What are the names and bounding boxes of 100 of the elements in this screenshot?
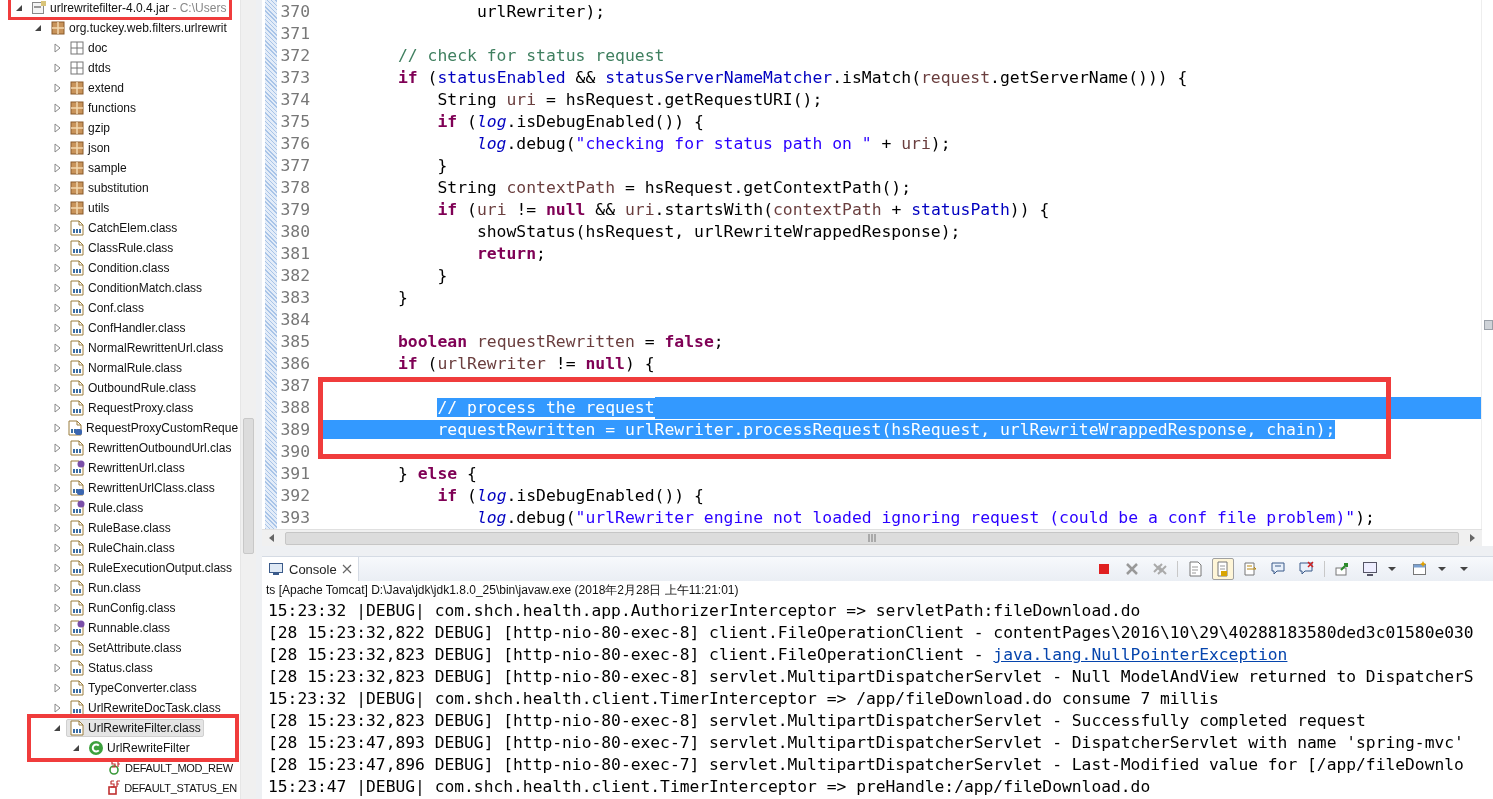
collapsed-arrow-icon[interactable]	[52, 603, 62, 613]
collapsed-arrow-icon[interactable]	[52, 423, 62, 433]
tree-item[interactable]: SetAttribute.class	[66, 639, 185, 657]
tree-item[interactable]: json	[66, 139, 113, 157]
collapsed-arrow-icon[interactable]	[52, 63, 62, 73]
collapsed-arrow-icon[interactable]	[52, 623, 62, 633]
console-tab[interactable]: Console	[262, 557, 359, 581]
tree-item[interactable]: functions	[66, 99, 140, 117]
scroll-lock-icon[interactable]	[1212, 558, 1234, 580]
tree-item[interactable]: NormalRewrittenUrl.class	[66, 339, 227, 357]
tree-item[interactable]: Status.class	[66, 659, 156, 677]
tree-item[interactable]: RuleChain.class	[66, 539, 178, 557]
collapsed-arrow-icon[interactable]	[52, 43, 62, 53]
collapsed-arrow-icon[interactable]	[52, 383, 62, 393]
tree-item[interactable]: Run.class	[66, 579, 144, 597]
tree-item[interactable]: ConditionMatch.class	[66, 279, 206, 297]
tree-item[interactable]: extend	[66, 79, 128, 97]
overview-mark-icon[interactable]	[1484, 320, 1493, 330]
collapsed-arrow-icon[interactable]	[52, 123, 62, 133]
collapsed-arrow-icon[interactable]	[52, 543, 62, 553]
collapsed-arrow-icon[interactable]	[52, 403, 62, 413]
tree-item[interactable]: ConfHandler.class	[66, 319, 189, 337]
collapsed-arrow-icon[interactable]	[52, 523, 62, 533]
scrollbar-thumb[interactable]	[285, 531, 1459, 545]
expanded-arrow-icon[interactable]	[33, 23, 43, 33]
collapsed-arrow-icon[interactable]	[52, 503, 62, 513]
code-line: showStatus(hsRequest, urlRewriteWrappedResponse);	[475, 221, 961, 243]
collapsed-arrow-icon[interactable]	[52, 643, 62, 653]
line-number: 391	[279, 463, 310, 485]
collapsed-arrow-icon[interactable]	[52, 463, 62, 473]
tree-item[interactable]: Rule.class	[66, 499, 147, 517]
tree-item[interactable]: Condition.class	[66, 259, 173, 277]
scrollbar[interactable]	[262, 529, 1482, 546]
collapsed-arrow-icon[interactable]	[52, 563, 62, 573]
tree-item[interactable]: CatchElem.class	[66, 219, 181, 237]
collapsed-arrow-icon[interactable]	[52, 323, 62, 333]
close-icon[interactable]	[341, 564, 352, 574]
collapsed-arrow-icon[interactable]	[52, 483, 62, 493]
collapsed-arrow-icon[interactable]	[52, 703, 62, 713]
collapsed-arrow-icon[interactable]	[52, 163, 62, 173]
tree-item[interactable]: RuleExecutionOutput.class	[66, 559, 236, 577]
tree-item[interactable]: org.tuckey.web.filters.urlrewrit	[47, 19, 230, 37]
collapsed-arrow-icon[interactable]	[52, 243, 62, 253]
code-line: boolean requestRewritten = false;	[396, 331, 724, 353]
code-line: }	[396, 287, 408, 309]
tree-item[interactable]: DEFAULT_MOD_REW	[104, 759, 236, 777]
tree-item[interactable]: RewrittenOutboundUrl.clas	[66, 439, 235, 457]
tree-item[interactable]: gzip	[66, 119, 113, 137]
expanded-arrow-icon[interactable]	[71, 743, 81, 753]
tree-item[interactable]: substitution	[66, 179, 152, 197]
tree-item[interactable]: RunConfig.class	[66, 599, 179, 617]
collapsed-arrow-icon[interactable]	[52, 283, 62, 293]
collapsed-arrow-icon[interactable]	[52, 203, 62, 213]
tree-item[interactable]: Conf.class	[66, 299, 148, 317]
tree-item[interactable]: dtds	[66, 59, 114, 77]
scrollbar-thumb[interactable]	[243, 418, 254, 554]
collapsed-arrow-icon[interactable]	[52, 303, 62, 313]
tree-item[interactable]: RewrittenUrlClass.class	[66, 479, 218, 497]
expanded-arrow-icon[interactable]	[14, 3, 24, 13]
collapsed-arrow-icon[interactable]	[52, 183, 62, 193]
tree-item[interactable]: UrlRewriteFilter.class	[66, 719, 204, 737]
tree-item[interactable]: UrlRewriteDocTask.class	[66, 699, 224, 717]
tree-item[interactable]: OutboundRule.class	[66, 379, 200, 397]
collapsed-arrow-icon[interactable]	[52, 583, 62, 593]
collapsed-arrow-icon[interactable]	[52, 223, 62, 233]
tree-item[interactable]: Runnable.class	[66, 619, 174, 637]
line-number: 381	[279, 243, 310, 265]
line-number: 383	[279, 287, 310, 309]
class-file-icon	[69, 240, 85, 256]
tree-item[interactable]: UrlRewriteFilter	[85, 739, 193, 757]
collapsed-arrow-icon[interactable]	[52, 443, 62, 453]
console-line: [28 15:23:32,822 DEBUG] [http-nio-80-exec-8] client.FileOperationClient - contentPages\2016\10\29\40288183580ded3c01580e030	[268, 622, 1474, 644]
collapsed-arrow-icon[interactable]	[52, 663, 62, 673]
collapsed-arrow-icon[interactable]	[52, 343, 62, 353]
expanded-arrow-icon[interactable]	[52, 723, 62, 733]
tree-item[interactable]: doc	[66, 39, 111, 57]
collapsed-arrow-icon[interactable]	[52, 83, 62, 93]
tree-item[interactable]: NormalRule.class	[66, 359, 186, 377]
tree-item[interactable]: RuleBase.class	[66, 519, 174, 537]
console-line: [28 15:23:32,823 DEBUG] [http-nio-80-exec-8] servlet.MultipartDispatcherServlet - Null ModelAndView returned to DispatcherS	[268, 666, 1474, 688]
collapsed-arrow-icon[interactable]	[52, 143, 62, 153]
tree-item[interactable]: urlrewritefilter-4.0.4.jar - C:\Users	[28, 0, 230, 17]
tree-item[interactable]: sample	[66, 159, 130, 177]
collapsed-arrow-icon[interactable]	[52, 263, 62, 273]
collapsed-arrow-icon[interactable]	[52, 363, 62, 373]
collapsed-arrow-icon[interactable]	[52, 683, 62, 693]
tree-item[interactable]: DEFAULT_STATUS_EN	[103, 779, 240, 797]
collapsed-arrow-icon[interactable]	[52, 103, 62, 113]
tree-item[interactable]: RewrittenUrl.class	[66, 459, 188, 477]
tree-item[interactable]: RequestProxy.class	[66, 399, 197, 417]
grip-icon	[868, 534, 876, 542]
exception-link[interactable]: java.lang.NullPointerException	[993, 645, 1288, 664]
code-line: log.debug("urlRewriter engine not loaded ignoring request (could be a conf file problem)");	[475, 507, 1375, 529]
tree-item[interactable]: TypeConverter.class	[66, 679, 200, 697]
class-file-icon	[69, 360, 85, 376]
tree-item[interactable]: utils	[66, 199, 113, 217]
tree-item[interactable]: RequestProxyCustomReque	[64, 419, 242, 437]
code-line: if (log.isDebugEnabled()) {	[436, 485, 704, 507]
scrollbar[interactable]	[240, 0, 256, 799]
tree-item[interactable]: ClassRule.class	[66, 239, 177, 257]
